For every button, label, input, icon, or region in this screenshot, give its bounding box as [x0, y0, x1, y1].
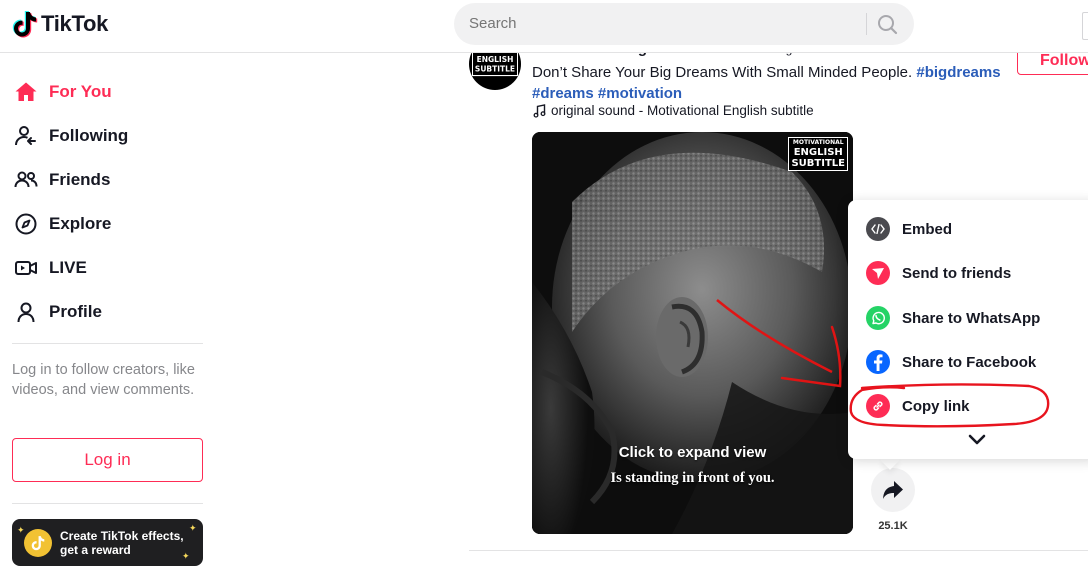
chevron-down-icon: [968, 434, 986, 445]
sidebar-item-label: Explore: [49, 214, 112, 233]
search-divider: [866, 13, 867, 35]
top-header: TikTok: [0, 0, 1088, 53]
sidebar-item-for-you[interactable]: For You: [12, 74, 112, 110]
music-note-icon: [533, 103, 546, 118]
sparkle-icon: ✦: [17, 525, 25, 535]
watermark-mid: ENGLISH: [793, 147, 843, 158]
hashtag-link[interactable]: #motivation: [598, 85, 682, 102]
avatar-line-1: ENGLISH: [476, 54, 514, 64]
effects-line-2: get a reward: [60, 542, 131, 557]
share-option-label: Copy link: [902, 397, 970, 415]
sidebar: For You Following Friends Explore LIVE P…: [0, 53, 215, 572]
embed-icon: [866, 217, 890, 241]
link-icon: [866, 394, 890, 418]
search-icon: [878, 15, 898, 35]
tiktok-logo[interactable]: TikTok: [12, 10, 108, 38]
sidebar-divider: [12, 503, 203, 504]
following-icon: [12, 122, 40, 150]
effects-line-1: Create TikTok effects,: [60, 528, 184, 543]
tiktok-logo-icon: [12, 11, 38, 38]
avatar-line-2: SUBTITLE: [474, 64, 516, 74]
hashtag-link[interactable]: #dreams: [532, 85, 594, 102]
home-icon: [12, 78, 40, 106]
effects-banner-text: Create TikTok effects, get a reward: [60, 529, 184, 557]
sparkle-icon: ✦: [189, 523, 197, 533]
share-option-whatsapp[interactable]: Share to WhatsApp: [866, 305, 1040, 331]
sidebar-item-live[interactable]: LIVE: [12, 250, 87, 286]
sidebar-item-label: Friends: [49, 170, 111, 189]
compass-icon: [12, 210, 40, 238]
share-button[interactable]: [871, 468, 915, 512]
sidebar-item-label: Profile: [49, 302, 102, 321]
sound-name: original sound - Motivational English su…: [551, 103, 814, 118]
post-description: Don’t Share Your Big Dreams With Small M…: [532, 62, 1012, 104]
sidebar-item-explore[interactable]: Explore: [12, 206, 111, 242]
more-share-options-button[interactable]: [966, 431, 988, 447]
sidebar-item-label: For You: [49, 82, 112, 101]
avatar-logo: ENGLISH SUBTITLE: [471, 51, 519, 77]
share-option-send-to-friends[interactable]: Send to friends: [866, 260, 1011, 286]
share-option-label: Send to friends: [902, 264, 1012, 282]
share-option-label: Share to WhatsApp: [902, 309, 1041, 327]
feed-divider: [469, 550, 1088, 551]
hashtag-link[interactable]: #bigdreams: [916, 64, 1000, 81]
live-icon: [12, 254, 40, 282]
search-button[interactable]: [872, 11, 902, 37]
share-arrow-icon: [883, 481, 903, 499]
watermark-top: MOTIVATIONAL: [792, 139, 844, 146]
video-player[interactable]: MOTIVATIONAL ENGLISH SUBTITLE Click to e…: [532, 132, 853, 534]
share-option-embed[interactable]: Embed: [866, 216, 952, 242]
upload-button[interactable]: [1082, 12, 1088, 40]
sidebar-item-label: LIVE: [49, 258, 87, 277]
search-bar[interactable]: [454, 3, 914, 45]
sound-link[interactable]: original sound - Motivational English su…: [533, 103, 814, 118]
effects-badge-icon: [24, 528, 52, 557]
sidebar-item-profile[interactable]: Profile: [12, 294, 102, 330]
whatsapp-icon: [866, 306, 890, 330]
sidebar-item-label: Following: [49, 126, 129, 145]
share-option-facebook[interactable]: Share to Facebook: [866, 349, 1036, 375]
facebook-icon: [866, 350, 890, 374]
logo-wordmark: TikTok: [41, 11, 109, 36]
profile-icon: [12, 298, 40, 326]
search-input[interactable]: [469, 15, 849, 32]
friends-icon: [12, 166, 40, 194]
description-text: Don’t Share Your Big Dreams With Small M…: [532, 64, 913, 81]
share-count: 25.1K: [878, 520, 908, 532]
video-subtitle: Is standing in front of you.: [610, 470, 775, 486]
video-watermark: MOTIVATIONAL ENGLISH SUBTITLE: [788, 137, 848, 171]
login-prompt-text: Log in to follow creators, like videos, …: [12, 362, 195, 398]
send-icon: [866, 261, 890, 285]
sparkle-icon: ✦: [182, 551, 190, 561]
login-button[interactable]: Log in: [12, 438, 203, 482]
sidebar-item-following[interactable]: Following: [12, 118, 128, 154]
click-to-expand-text[interactable]: Click to expand view: [532, 443, 853, 462]
share-option-label: Share to Facebook: [902, 353, 1037, 371]
sidebar-item-friends[interactable]: Friends: [12, 162, 110, 198]
create-effects-banner[interactable]: ✦ ✦ ✦ Create TikTok effects, get a rewar…: [12, 519, 203, 566]
sidebar-divider: [12, 343, 203, 344]
share-menu: Embed Send to friends Share to WhatsApp …: [848, 200, 1088, 459]
watermark-bottom: SUBTITLE: [791, 158, 845, 169]
share-option-copy-link[interactable]: Copy link: [866, 393, 970, 419]
share-option-label: Embed: [902, 220, 953, 238]
